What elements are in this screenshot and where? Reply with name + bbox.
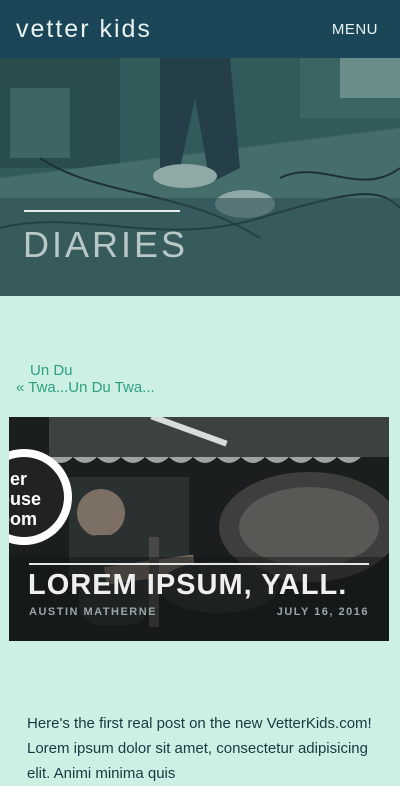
svg-text:oom: oom [9, 509, 37, 529]
card-divider [29, 563, 369, 565]
hero-banner: DIARIES [0, 58, 400, 296]
post-author: AUSTIN MATHERNE [29, 606, 158, 618]
post-title[interactable]: LOREM IPSUM, YALL. [28, 569, 347, 602]
featured-post-card[interactable]: der ouse oom LOREM IPSUM, YALL. AUSTIN M… [9, 417, 389, 641]
menu-button[interactable]: MENU [332, 21, 378, 38]
post-body: Here's the first real post on the new Ve… [27, 715, 372, 782]
page-title: DIARIES [23, 224, 189, 265]
previous-post-label-line1: Un Du [30, 362, 73, 379]
svg-text:der: der [9, 469, 27, 489]
svg-text:ouse: ouse [9, 489, 41, 509]
previous-post-label-line2: « Twa...Un Du Twa... [16, 379, 155, 396]
previous-post-link[interactable]: Un Du « Twa...Un Du Twa... [16, 362, 156, 396]
site-header: vetter kids MENU [0, 0, 400, 58]
site-logo[interactable]: vetter kids [16, 15, 152, 44]
post-date: JULY 16, 2016 [276, 606, 369, 618]
hero-divider [24, 210, 180, 212]
